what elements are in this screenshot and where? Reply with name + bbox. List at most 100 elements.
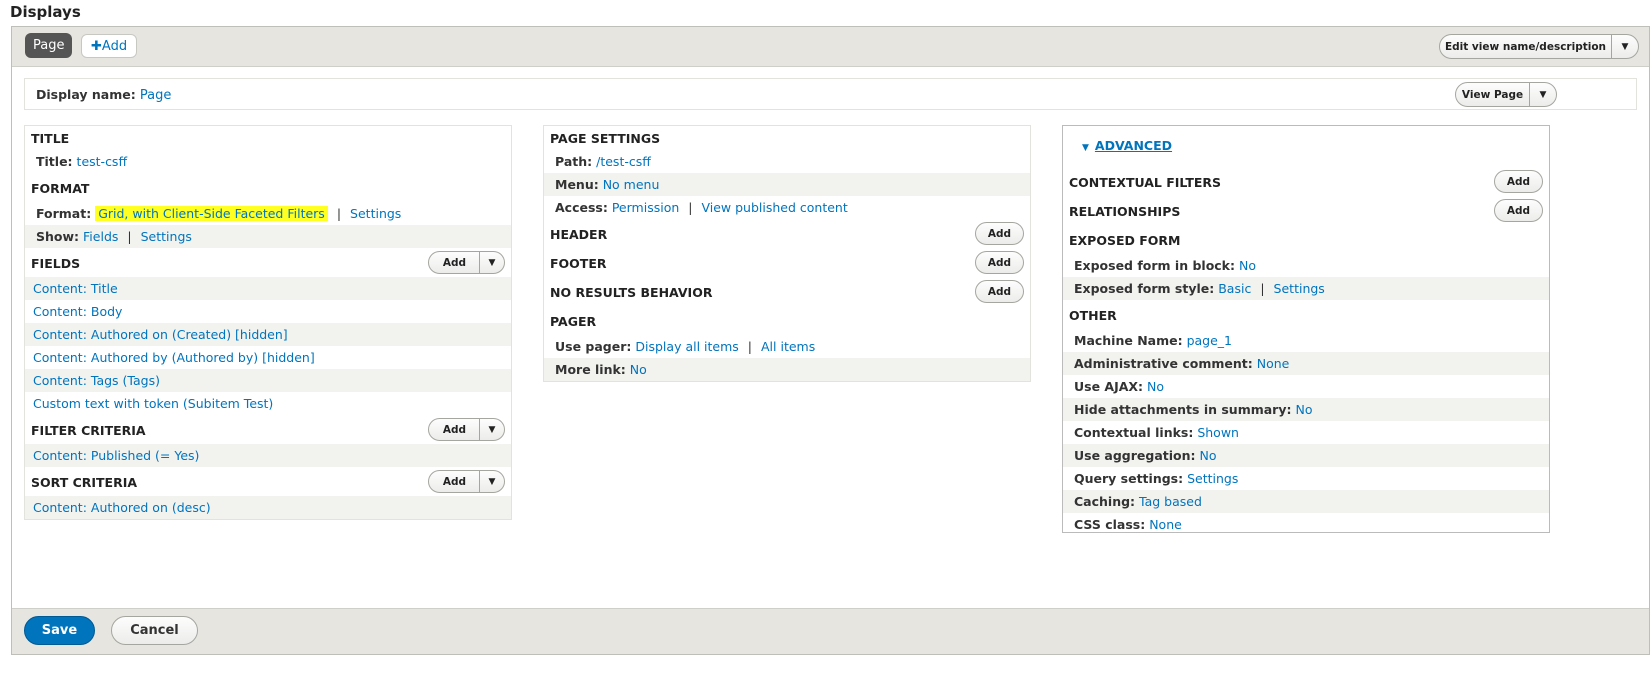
fields-heading-label: FIELDS [31, 256, 81, 271]
access-link[interactable]: Permission [612, 200, 679, 215]
header-heading-label: HEADER [550, 227, 608, 242]
plus-icon: ✚ [91, 39, 102, 54]
sort-add-dropbutton[interactable]: Add ▼ [427, 470, 505, 493]
filter-link[interactable]: Content: Published (= Yes) [33, 448, 199, 463]
field-link[interactable]: Content: Body [33, 304, 122, 319]
footer-add-button[interactable]: Add [974, 251, 1024, 274]
section-title-heading: TITLE [31, 131, 70, 146]
save-button[interactable]: Save [24, 616, 95, 645]
section-contextual-heading: CONTEXTUAL FILTERS Add [1063, 167, 1549, 196]
other-link[interactable]: Shown [1197, 425, 1239, 440]
filter-add-dropbutton[interactable]: Add ▼ [427, 418, 505, 441]
edit-view-dropbutton[interactable]: Edit view name/description ▼ [1439, 34, 1639, 59]
footer-heading-label: FOOTER [550, 256, 607, 271]
chevron-down-icon[interactable]: ▼ [480, 477, 504, 487]
exposed-block-row: Exposed form in block: No [1063, 254, 1549, 277]
triangle-down-icon: ▼ [1082, 143, 1089, 153]
other-link[interactable]: No [1295, 402, 1312, 417]
format-link[interactable]: Grid, with Client-Side Faceted Filters [95, 206, 328, 221]
other-row: Hide attachments in summary: No [1063, 398, 1549, 421]
footer-add-label: Add [987, 256, 1011, 269]
other-label: Query settings: [1074, 471, 1184, 486]
path-label: Path: [555, 154, 593, 169]
advanced-toggle[interactable]: ▼ ADVANCED [1082, 138, 1172, 153]
display-name-bar: Display name: Page View Page ▼ [24, 78, 1637, 110]
other-label: Caching: [1074, 494, 1136, 509]
show-link[interactable]: Fields [83, 229, 118, 244]
relationships-add-button[interactable]: Add [1493, 199, 1543, 222]
field-item[interactable]: Content: Authored on (Created) [hidden] [25, 323, 511, 346]
edit-view-button[interactable]: Edit view name/description [1440, 35, 1612, 58]
field-item[interactable]: Content: Authored by (Authored by) [hidd… [25, 346, 511, 369]
pager-items-link[interactable]: All items [761, 339, 815, 354]
column-second: PAGE SETTINGS Path: /test-csff Menu: No … [543, 125, 1031, 382]
menu-link[interactable]: No menu [603, 177, 660, 192]
display-name-label: Display name: [36, 87, 136, 102]
field-link[interactable]: Content: Authored on (Created) [hidden] [33, 327, 288, 342]
display-name-link[interactable]: Page [140, 88, 171, 103]
other-link[interactable]: None [1257, 356, 1290, 371]
other-link[interactable]: Tag based [1139, 494, 1202, 509]
use-pager-link[interactable]: Display all items [635, 339, 738, 354]
other-label: Administrative comment: [1074, 356, 1253, 371]
view-page-button[interactable]: View Page [1456, 83, 1530, 106]
other-label: Hide attachments in summary: [1074, 402, 1292, 417]
exposed-style-link[interactable]: Basic [1218, 281, 1251, 296]
field-link[interactable]: Content: Tags (Tags) [33, 373, 160, 388]
exposed-style-settings-link[interactable]: Settings [1274, 281, 1325, 296]
section-header-heading: HEADER Add [544, 219, 1030, 248]
no-results-heading-label: NO RESULTS BEHAVIOR [550, 285, 713, 300]
column-first: TITLE Title: test-csff FORMAT Format: Gr… [24, 125, 512, 520]
field-link[interactable]: Content: Title [33, 281, 118, 296]
show-settings-link[interactable]: Settings [141, 229, 192, 244]
exposed-block-link[interactable]: No [1239, 258, 1256, 273]
filter-add-button[interactable]: Add [429, 419, 480, 440]
format-row: Format: Grid, with Client-Side Faceted F… [25, 202, 511, 225]
fields-add-button[interactable]: Add [429, 252, 480, 273]
other-link[interactable]: Settings [1187, 471, 1238, 486]
page-title: Displays [10, 3, 81, 21]
fields-add-dropbutton[interactable]: Add ▼ [427, 251, 505, 274]
sort-item[interactable]: Content: Authored on (desc) [25, 496, 511, 519]
field-item[interactable]: Content: Title [25, 277, 511, 300]
title-link[interactable]: test-csff [77, 154, 128, 169]
other-link[interactable]: None [1149, 517, 1182, 532]
format-settings-link[interactable]: Settings [350, 206, 401, 221]
cancel-button[interactable]: Cancel [111, 616, 198, 645]
separator: | [1260, 281, 1265, 296]
add-display-button[interactable]: ✚Add [81, 34, 138, 58]
more-link-value[interactable]: No [630, 362, 647, 377]
no-results-add-button[interactable]: Add [974, 280, 1024, 303]
section-page-settings-heading: PAGE SETTINGS [550, 131, 661, 146]
view-page-dropbutton[interactable]: View Page ▼ [1455, 82, 1557, 107]
format-label: Format: [36, 206, 92, 221]
no-results-add-label: Add [987, 285, 1011, 298]
header-add-button[interactable]: Add [974, 222, 1024, 245]
access-settings-link[interactable]: View published content [701, 200, 847, 215]
title-label: Title: [36, 154, 73, 169]
menu-label: Menu: [555, 177, 599, 192]
field-item[interactable]: Content: Tags (Tags) [25, 369, 511, 392]
chevron-down-icon[interactable]: ▼ [480, 258, 504, 268]
contextual-add-button[interactable]: Add [1493, 170, 1543, 193]
menu-row: Menu: No menu [544, 173, 1030, 196]
field-item[interactable]: Custom text with token (Subitem Test) [25, 392, 511, 415]
path-row: Path: /test-csff [544, 150, 1030, 173]
tab-page[interactable]: Page [25, 33, 73, 58]
other-link[interactable]: No [1200, 448, 1217, 463]
section-no-results-heading: NO RESULTS BEHAVIOR Add [544, 277, 1030, 306]
sort-add-button[interactable]: Add [429, 471, 480, 492]
field-item[interactable]: Content: Body [25, 300, 511, 323]
field-link[interactable]: Custom text with token (Subitem Test) [33, 396, 273, 411]
other-link[interactable]: No [1147, 379, 1164, 394]
chevron-down-icon[interactable]: ▼ [1612, 42, 1638, 52]
field-link[interactable]: Content: Authored by (Authored by) [hidd… [33, 350, 315, 365]
filter-item[interactable]: Content: Published (= Yes) [25, 444, 511, 467]
path-link[interactable]: /test-csff [596, 154, 651, 169]
chevron-down-icon[interactable]: ▼ [480, 425, 504, 435]
chevron-down-icon[interactable]: ▼ [1530, 90, 1556, 100]
use-pager-row: Use pager: Display all items | All items [544, 335, 1030, 358]
other-link[interactable]: page_1 [1187, 333, 1232, 348]
other-label: Use AJAX: [1074, 379, 1144, 394]
sort-link[interactable]: Content: Authored on (desc) [33, 500, 211, 515]
